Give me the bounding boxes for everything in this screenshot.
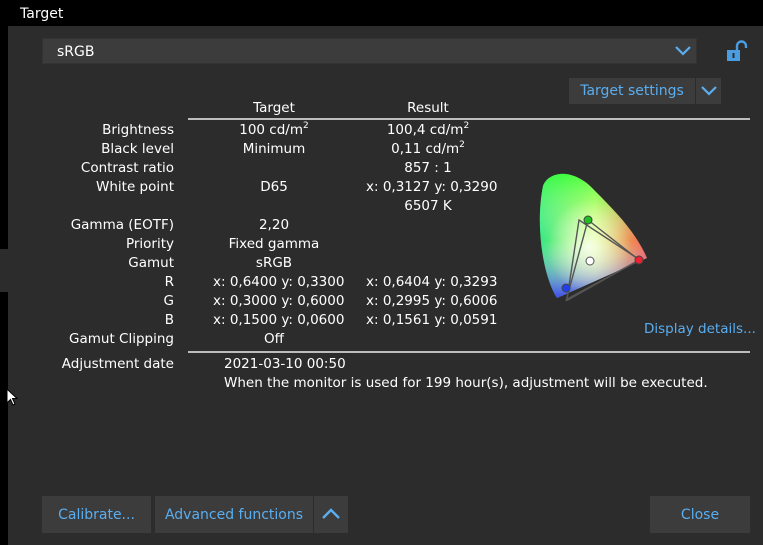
cie-gamut-diagram-icon <box>535 166 655 303</box>
target-brightness: 100 cd/m2 <box>239 121 309 139</box>
display-details-link[interactable]: Display details... <box>644 321 756 337</box>
result-contrast-ratio: 857 : 1 <box>404 160 452 176</box>
chevron-down-icon[interactable] <box>695 78 721 104</box>
label-black-level: Black level <box>101 141 174 157</box>
advanced-functions-label: Advanced functions <box>164 506 304 523</box>
label-contrast-ratio: Contrast ratio <box>80 160 174 176</box>
label-gamma: Gamma (EOTF) <box>70 217 174 233</box>
profile-dropdown[interactable]: sRGB <box>42 38 697 64</box>
result-b: x: 0,1561 y: 0,0591 <box>366 312 498 328</box>
label-gamut: Gamut <box>128 255 174 271</box>
target-settings-label: Target settings <box>580 83 684 99</box>
label-brightness: Brightness <box>102 122 174 138</box>
header-target: Target <box>253 100 295 116</box>
chevron-down-icon[interactable] <box>669 39 696 63</box>
header-divider <box>188 118 750 120</box>
calibrate-label: Calibrate... <box>58 506 135 523</box>
target-white-point: D65 <box>260 179 288 195</box>
target-gamut-clipping: Off <box>264 331 284 347</box>
result-r: x: 0,6404 y: 0,3293 <box>366 274 498 290</box>
window-title: Target <box>0 0 763 26</box>
target-black-level: Minimum <box>242 141 306 157</box>
mouse-cursor-icon <box>6 387 19 408</box>
left-edge-tab <box>0 249 8 292</box>
label-priority: Priority <box>125 236 174 252</box>
chevron-up-icon <box>322 507 340 523</box>
unlock-icon[interactable] <box>726 40 748 64</box>
result-white-point-cct: 6507 K <box>404 198 452 214</box>
target-gamut: sRGB <box>255 255 293 271</box>
label-gamut-clipping: Gamut Clipping <box>69 331 174 347</box>
target-priority: Fixed gamma <box>228 236 320 252</box>
calibrate-button[interactable]: Calibrate... <box>42 496 151 533</box>
result-g: x: 0,2995 y: 0,6006 <box>366 293 498 309</box>
target-r: x: 0,6400 y: 0,3300 <box>213 274 345 290</box>
expand-button[interactable] <box>314 496 348 533</box>
target-gamma: 2,20 <box>258 217 290 233</box>
result-brightness: 100,4 cd/m2 <box>386 121 470 139</box>
target-b: x: 0,1500 y: 0,0600 <box>213 312 345 328</box>
label-adjustment-date: Adjustment date <box>61 356 174 372</box>
target-settings-button[interactable]: Target settings <box>569 78 721 104</box>
label-white-point: White point <box>96 179 174 195</box>
adjustment-divider <box>188 351 750 353</box>
label-r: R <box>164 274 174 290</box>
adjustment-date-value: 2021-03-10 00:50 <box>224 356 346 372</box>
adjustment-note: When the monitor is used for 199 hour(s)… <box>224 375 708 391</box>
target-panel: sRGB Target settings Target Result Brigh… <box>8 26 763 545</box>
result-black-level: 0,11 cd/m2 <box>391 140 465 158</box>
label-b: B <box>164 312 174 328</box>
profile-dropdown-value: sRGB <box>57 44 95 60</box>
advanced-functions-button[interactable]: Advanced functions <box>155 496 313 533</box>
label-g: G <box>163 293 174 309</box>
close-label: Close <box>680 506 720 523</box>
header-result: Result <box>407 100 449 116</box>
target-g: x: 0,3000 y: 0,6000 <box>213 293 345 309</box>
result-white-point: x: 0,3127 y: 0,3290 <box>366 179 498 195</box>
close-button[interactable]: Close <box>650 496 750 533</box>
